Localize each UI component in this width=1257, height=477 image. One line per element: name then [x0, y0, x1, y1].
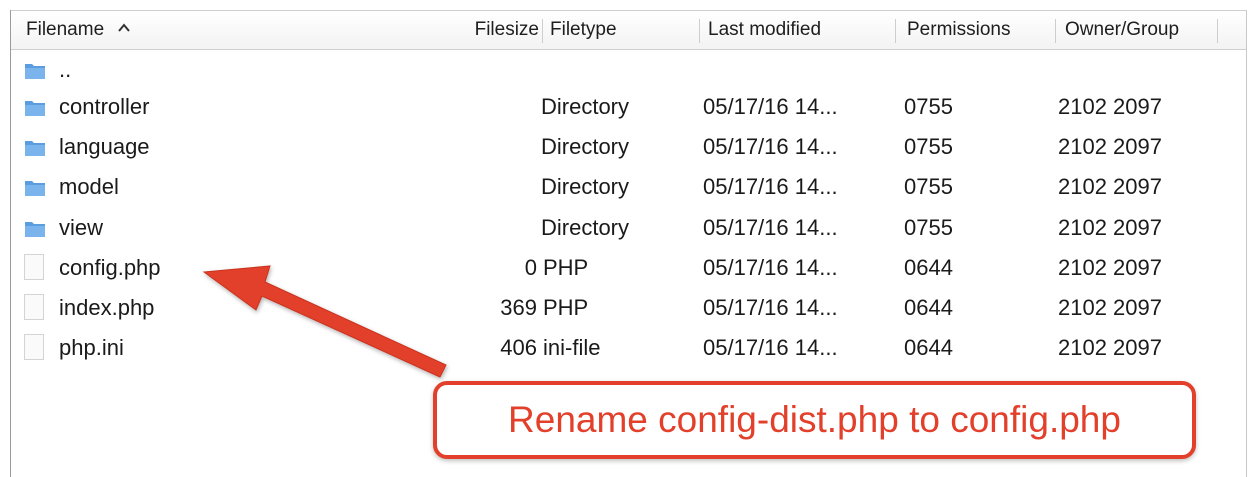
column-divider[interactable]: [895, 19, 896, 43]
column-header-filename[interactable]: Filename: [26, 11, 446, 49]
file-owner-group: 2102 2097: [1058, 335, 1162, 360]
file-modified: 05/17/16 14...: [703, 255, 838, 280]
annotation-text: Rename config-dist.php to config.php: [508, 399, 1121, 440]
file-icon: [24, 334, 44, 360]
table-row[interactable]: php.ini 406 ini-file 05/17/16 14... 0644…: [11, 328, 1246, 368]
table-row[interactable]: view Directory 05/17/16 14... 0755 2102 …: [11, 208, 1246, 248]
column-divider[interactable]: [1055, 19, 1056, 43]
table-row[interactable]: index.php 369 PHP 05/17/16 14... 0644 21…: [11, 288, 1246, 328]
table-row-parent-directory[interactable]: ..: [11, 50, 1246, 90]
file-name: view: [59, 215, 104, 240]
file-size: 406: [500, 335, 537, 360]
table-row[interactable]: model Directory 05/17/16 14... 0755 2102…: [11, 167, 1246, 207]
file-owner-group: 2102 2097: [1058, 134, 1162, 159]
file-name: index.php: [59, 295, 155, 320]
column-header-bar: Filename Filesize Filetype Last modified…: [11, 10, 1246, 50]
file-type: Directory: [541, 174, 630, 199]
file-owner-group: 2102 2097: [1058, 215, 1162, 240]
file-name: language: [59, 134, 150, 159]
folder-icon: [25, 101, 45, 116]
column-divider[interactable]: [1217, 19, 1218, 43]
file-name: model: [59, 174, 119, 199]
file-type: Directory: [541, 94, 630, 119]
file-name: controller: [59, 94, 150, 119]
file-list-panel: Filename Filesize Filetype Last modified…: [0, 0, 1257, 477]
file-modified: 05/17/16 14...: [703, 174, 838, 199]
file-permissions: 0755: [904, 134, 953, 159]
file-owner-group: 2102 2097: [1058, 295, 1162, 320]
file-owner-group: 2102 2097: [1058, 174, 1162, 199]
table-row[interactable]: controller Directory 05/17/16 14... 0755…: [11, 87, 1246, 127]
file-size: 0: [524, 255, 537, 280]
folder-icon: [25, 64, 45, 79]
panel-right-border: [1246, 10, 1247, 477]
file-owner-group: 2102 2097: [1058, 94, 1162, 119]
file-permissions: 0644: [904, 335, 953, 360]
table-row[interactable]: language Directory 05/17/16 14... 0755 2…: [11, 127, 1246, 167]
file-modified: 05/17/16 14...: [703, 335, 838, 360]
chevron-up-icon: [118, 23, 131, 32]
file-icon: [24, 294, 44, 320]
column-divider[interactable]: [542, 19, 543, 43]
file-modified: 05/17/16 14...: [703, 215, 838, 240]
annotation-callout: Rename config-dist.php to config.php: [433, 381, 1196, 459]
column-header-filetype[interactable]: Filetype: [550, 11, 690, 49]
file-type: Directory: [541, 215, 630, 240]
folder-icon: [25, 141, 45, 156]
column-header-owner-group[interactable]: Owner/Group: [1065, 11, 1225, 49]
column-header-last-modified[interactable]: Last modified: [708, 11, 888, 49]
file-modified: 05/17/16 14...: [703, 94, 838, 119]
column-header-permissions[interactable]: Permissions: [907, 11, 1047, 49]
file-icon: [24, 254, 44, 280]
table-row[interactable]: config.php 0 PHP 05/17/16 14... 0644 210…: [11, 248, 1246, 288]
folder-icon: [25, 222, 45, 237]
file-permissions: 0755: [904, 94, 953, 119]
file-type: Directory: [541, 134, 630, 159]
file-permissions: 0644: [904, 295, 953, 320]
column-header-filesize[interactable]: Filesize: [431, 11, 539, 49]
file-type: ini-file: [543, 335, 601, 360]
file-permissions: 0755: [904, 215, 953, 240]
file-size: 369: [500, 295, 537, 320]
file-permissions: 0644: [904, 255, 953, 280]
file-type: PHP: [543, 255, 589, 280]
file-name: php.ini: [59, 335, 124, 360]
file-permissions: 0755: [904, 174, 953, 199]
file-name: ..: [59, 57, 72, 82]
file-type: PHP: [543, 295, 589, 320]
file-owner-group: 2102 2097: [1058, 255, 1162, 280]
file-modified: 05/17/16 14...: [703, 295, 838, 320]
column-divider[interactable]: [699, 19, 700, 43]
file-modified: 05/17/16 14...: [703, 134, 838, 159]
file-name: config.php: [59, 255, 161, 280]
folder-icon: [25, 181, 45, 196]
